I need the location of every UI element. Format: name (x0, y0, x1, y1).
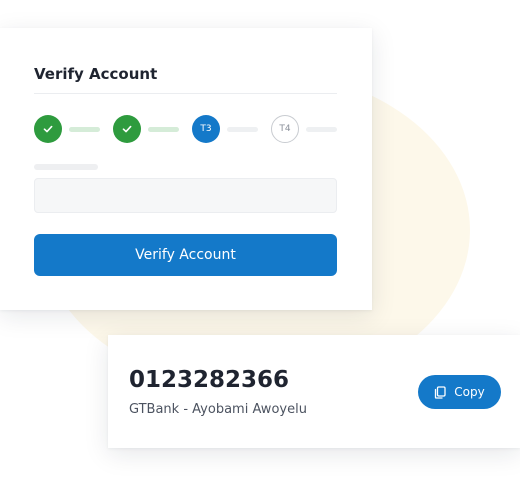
account-input-field[interactable] (34, 178, 337, 213)
verify-title: Verify Account (34, 65, 158, 83)
step-1-check-icon (34, 115, 62, 143)
field-label-placeholder (34, 164, 98, 170)
copy-label: Copy (454, 385, 485, 399)
account-bank-name: GTBank - Ayobami Awoyelu (129, 402, 307, 417)
step-2-check-icon (113, 115, 141, 143)
step-3: T3 (192, 115, 220, 143)
copy-icon (434, 385, 446, 399)
step-connector-3 (227, 127, 258, 132)
verify-account-button[interactable]: Verify Account (34, 234, 337, 276)
stepper: T3 T4 (34, 115, 337, 143)
title-divider (34, 93, 337, 94)
step-connector-4 (306, 127, 337, 132)
copy-button[interactable]: Copy (418, 375, 501, 409)
account-number: 0123282366 (129, 367, 290, 393)
step-4: T4 (271, 115, 299, 143)
step-connector-2 (148, 127, 179, 132)
step-connector-1 (69, 127, 100, 132)
stage: Verify Account T3 T4 Verify Account 0123… (0, 0, 520, 480)
